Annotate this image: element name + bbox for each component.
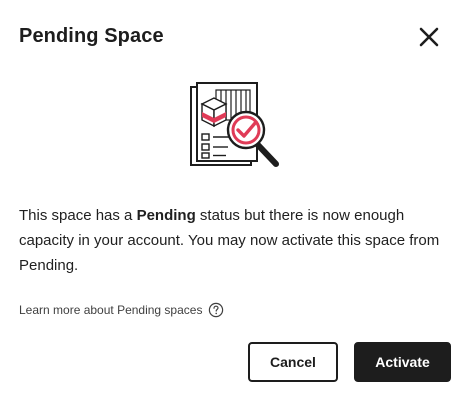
close-icon	[419, 27, 439, 47]
cancel-button[interactable]: Cancel	[248, 342, 338, 382]
learn-more-label: Learn more about Pending spaces	[19, 303, 203, 317]
dialog-header: Pending Space	[19, 22, 451, 50]
activate-button[interactable]: Activate	[354, 342, 451, 382]
learn-more-link[interactable]: Learn more about Pending spaces	[19, 302, 224, 318]
pending-space-dialog: Pending Space This space has a Pending s…	[0, 0, 470, 405]
close-button[interactable]	[413, 21, 445, 53]
document-magnifier-icon	[190, 82, 279, 167]
pending-space-illustration	[186, 82, 282, 172]
help-circle-icon[interactable]	[208, 302, 224, 318]
message-part-1: This space has a	[19, 207, 137, 224]
dialog-title: Pending Space	[19, 24, 164, 47]
dialog-message: This space has a Pending status but ther…	[19, 203, 449, 278]
message-bold-status: Pending	[136, 207, 196, 224]
